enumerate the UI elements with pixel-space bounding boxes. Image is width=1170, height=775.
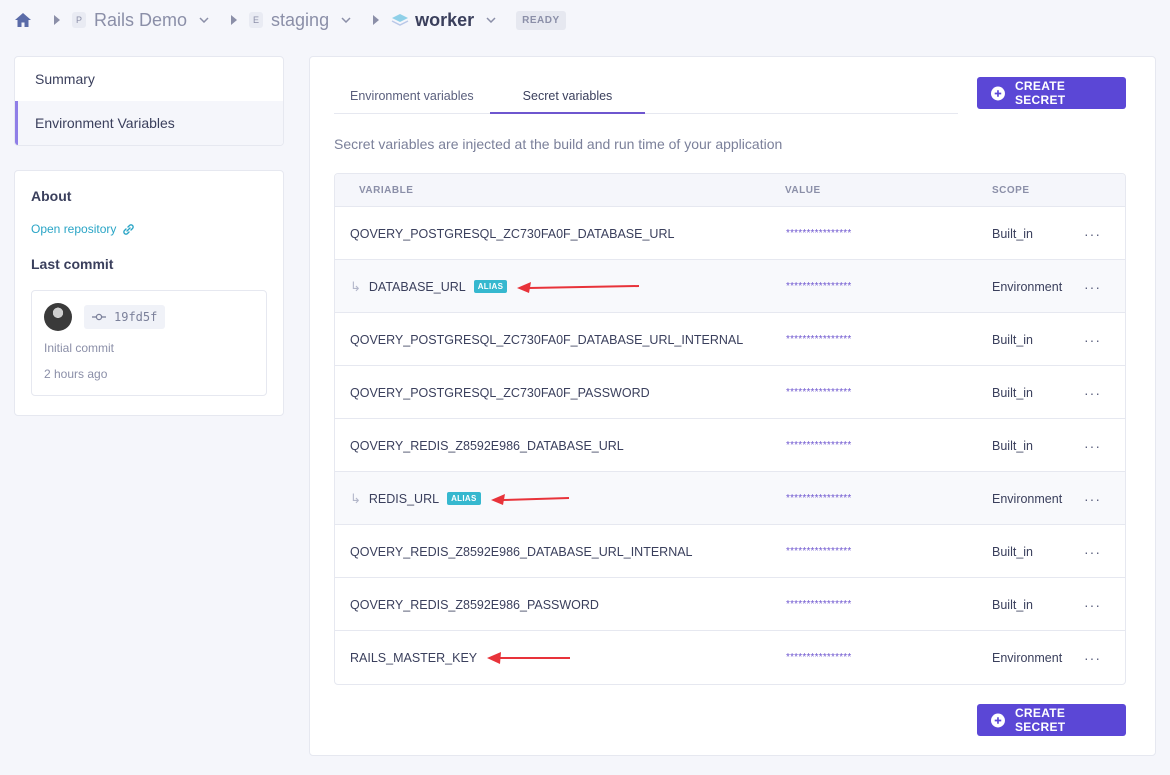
variable-value[interactable]: **************** xyxy=(786,207,851,260)
more-options-icon[interactable]: ··· xyxy=(1084,366,1101,419)
variable-scope: Built_in xyxy=(992,597,1033,612)
table-row[interactable]: ↳ DATABASE_URL ALIAS **************** En… xyxy=(335,260,1125,313)
table-row[interactable]: QOVERY_REDIS_Z8592E986_DATABASE_URL_INTE… xyxy=(335,525,1125,578)
column-variable[interactable]: VARIABLE xyxy=(359,185,413,196)
application-icon xyxy=(391,13,409,27)
project-badge: P xyxy=(72,12,86,28)
more-options-icon[interactable]: ··· xyxy=(1084,472,1101,525)
caret-right-icon xyxy=(231,15,238,25)
tab-environment-variables[interactable]: Environment variables xyxy=(334,77,490,114)
plus-circle-icon xyxy=(991,86,1005,100)
table-row[interactable]: QOVERY_REDIS_Z8592E986_DATABASE_URL ****… xyxy=(335,419,1125,472)
variable-name: RAILS_MASTER_KEY xyxy=(350,650,478,665)
variable-value[interactable]: **************** xyxy=(786,525,851,578)
alias-badge: ALIAS xyxy=(447,492,481,505)
link-icon xyxy=(123,223,135,235)
sidebar-nav: Summary Environment Variables xyxy=(14,56,284,146)
sidebar-item-summary[interactable]: Summary xyxy=(15,57,283,101)
commit-box: 19fd5f Initial commit 2 hours ago xyxy=(31,290,267,396)
more-options-icon[interactable]: ··· xyxy=(1084,419,1101,472)
column-scope[interactable]: SCOPE xyxy=(992,185,1030,196)
caret-right-icon xyxy=(373,15,380,25)
main-panel: Environment variables Secret variables C… xyxy=(309,56,1156,756)
secret-variables-table: VARIABLE VALUE SCOPE QOVERY_POSTGRESQL_Z… xyxy=(334,173,1126,685)
variable-name: QOVERY_REDIS_Z8592E986_DATABASE_URL xyxy=(350,438,624,453)
breadcrumb: P Rails Demo E staging worker READY xyxy=(14,8,566,32)
variable-name: QOVERY_POSTGRESQL_ZC730FA0F_DATABASE_URL xyxy=(350,226,675,241)
table-header: VARIABLE VALUE SCOPE xyxy=(335,174,1125,207)
variable-value[interactable]: **************** xyxy=(786,631,851,684)
commit-icon xyxy=(92,313,106,321)
variable-scope: Built_in xyxy=(992,544,1033,559)
last-commit-title: Last commit xyxy=(31,256,114,272)
table-row[interactable]: QOVERY_POSTGRESQL_ZC730FA0F_PASSWORD ***… xyxy=(335,366,1125,419)
more-options-icon[interactable]: ··· xyxy=(1084,578,1101,631)
variable-scope: Built_in xyxy=(992,438,1033,453)
caret-right-icon xyxy=(54,15,60,25)
breadcrumb-application[interactable]: worker xyxy=(415,10,474,31)
variable-name: QOVERY_REDIS_Z8592E986_DATABASE_URL_INTE… xyxy=(350,544,693,559)
sidebar-item-environment-variables[interactable]: Environment Variables xyxy=(15,101,283,145)
variable-name: DATABASE_URL xyxy=(368,279,466,294)
variable-value[interactable]: **************** xyxy=(786,366,851,419)
breadcrumb-project[interactable]: Rails Demo xyxy=(94,10,187,31)
alias-arrow-icon: ↳ xyxy=(350,490,361,506)
more-options-icon[interactable]: ··· xyxy=(1084,525,1101,578)
more-options-icon[interactable]: ··· xyxy=(1084,313,1101,366)
create-secret-label: CREATE SECRET xyxy=(1014,706,1066,734)
variable-scope: Built_in xyxy=(992,332,1033,347)
annotation-arrow-icon xyxy=(487,651,572,664)
tabs: Environment variables Secret variables xyxy=(334,77,958,114)
commit-hash-label: 19fd5f xyxy=(114,310,158,324)
commit-message: Initial commit xyxy=(44,341,115,355)
open-repository-link[interactable]: Open repository xyxy=(31,222,267,236)
environment-badge: E xyxy=(249,12,264,28)
avatar xyxy=(44,303,72,331)
create-secret-button[interactable]: CREATE SECRET xyxy=(977,77,1126,109)
variable-name: QOVERY_POSTGRESQL_ZC730FA0F_PASSWORD xyxy=(350,385,650,400)
variable-scope: Environment xyxy=(992,650,1063,665)
table-row[interactable]: QOVERY_REDIS_Z8592E986_PASSWORD ********… xyxy=(335,578,1125,631)
table-row[interactable]: QOVERY_POSTGRESQL_ZC730FA0F_DATABASE_URL… xyxy=(335,207,1125,260)
more-options-icon[interactable]: ··· xyxy=(1084,207,1101,260)
open-repository-label: Open repository xyxy=(31,222,117,236)
alias-arrow-icon: ↳ xyxy=(350,278,361,294)
page-description: Secret variables are injected at the bui… xyxy=(334,136,783,152)
variable-name: REDIS_URL xyxy=(368,491,440,506)
more-options-icon[interactable]: ··· xyxy=(1084,260,1101,313)
annotation-arrow-icon xyxy=(517,281,642,293)
table-row[interactable]: ↳ REDIS_URL ALIAS **************** Envir… xyxy=(335,472,1125,525)
table-row[interactable]: RAILS_MASTER_KEY **************** Enviro… xyxy=(335,631,1125,684)
more-options-icon[interactable]: ··· xyxy=(1084,631,1101,684)
variable-scope: Built_in xyxy=(992,226,1033,241)
column-value[interactable]: VALUE xyxy=(785,185,821,196)
alias-badge: ALIAS xyxy=(473,280,508,293)
variable-value[interactable]: **************** xyxy=(786,578,851,631)
tab-secret-variables[interactable]: Secret variables xyxy=(489,77,646,114)
commit-time: 2 hours ago xyxy=(44,367,108,381)
about-title: About xyxy=(31,188,72,204)
home-icon[interactable] xyxy=(14,11,32,29)
annotation-arrow-icon xyxy=(490,493,571,505)
plus-circle-icon xyxy=(991,713,1005,727)
chevron-down-icon[interactable] xyxy=(341,17,351,23)
variable-name: QOVERY_POSTGRESQL_ZC730FA0F_DATABASE_URL… xyxy=(350,332,744,347)
breadcrumb-environment[interactable]: staging xyxy=(271,10,329,31)
chevron-down-icon[interactable] xyxy=(199,17,209,23)
about-card: About Open repository Last commit 19fd5f… xyxy=(14,170,284,416)
variable-scope: Environment xyxy=(992,279,1063,294)
variable-value[interactable]: **************** xyxy=(786,260,851,313)
commit-hash[interactable]: 19fd5f xyxy=(84,305,166,329)
create-secret-label: CREATE SECRET xyxy=(1014,79,1066,107)
chevron-down-icon[interactable] xyxy=(486,17,496,23)
variable-value[interactable]: **************** xyxy=(786,313,851,366)
variable-scope: Built_in xyxy=(992,385,1033,400)
table-row[interactable]: QOVERY_POSTGRESQL_ZC730FA0F_DATABASE_URL… xyxy=(335,313,1125,366)
variable-scope: Environment xyxy=(992,491,1063,506)
variable-value[interactable]: **************** xyxy=(786,472,851,525)
variable-value[interactable]: **************** xyxy=(786,419,851,472)
status-badge: READY xyxy=(516,10,566,30)
variable-name: QOVERY_REDIS_Z8592E986_PASSWORD xyxy=(350,597,599,612)
create-secret-button[interactable]: CREATE SECRET xyxy=(977,704,1126,736)
